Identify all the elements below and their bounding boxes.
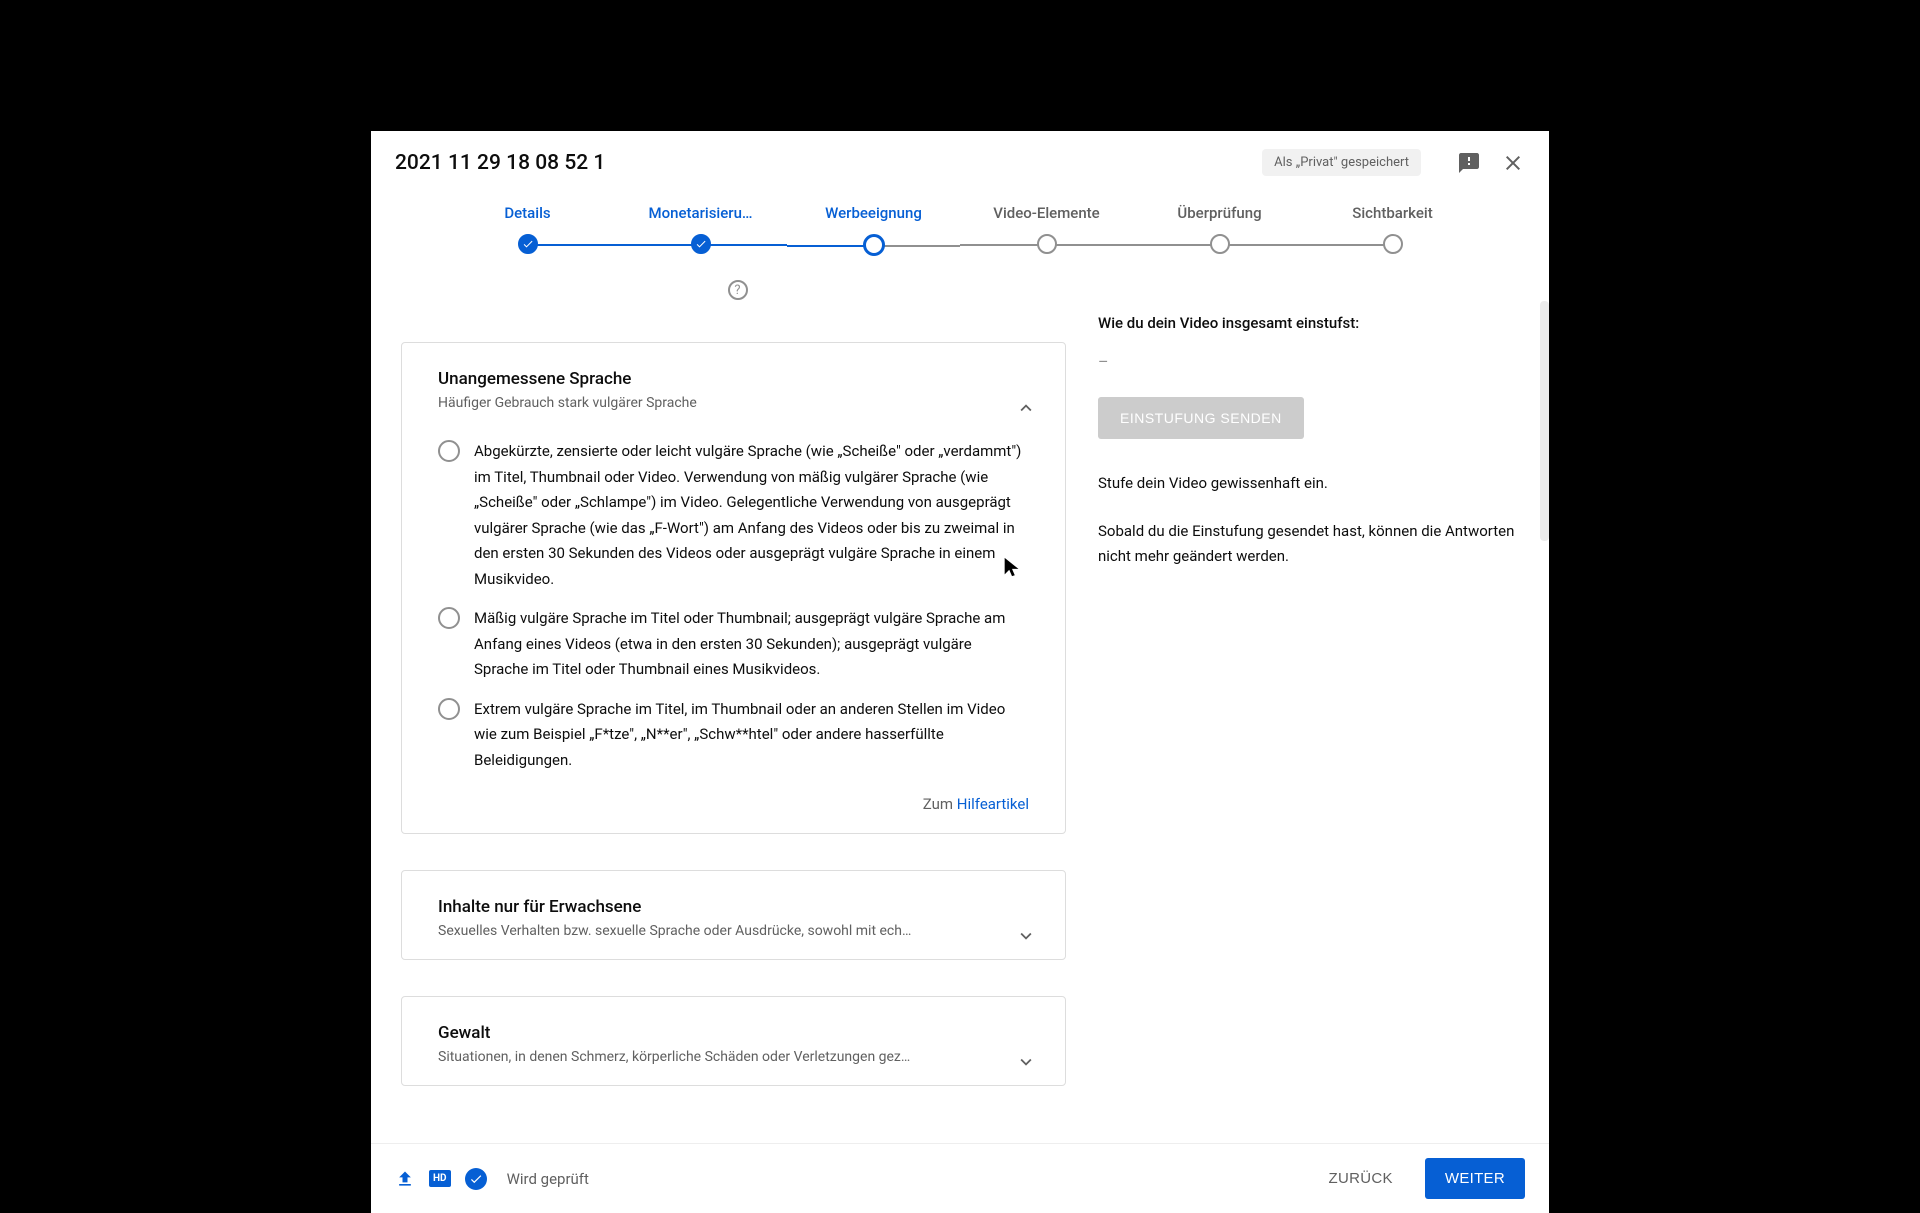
step-label: Sichtbarkeit <box>1306 204 1479 222</box>
option-text: Abgekürzte, zensierte oder leicht vulgär… <box>474 439 1029 592</box>
privacy-badge: Als „Privat" gespeichert <box>1262 149 1421 176</box>
help-article-row: Zum Hilfeartikel <box>438 795 1029 813</box>
step-label: Details <box>441 204 614 222</box>
rating-info-2: Sobald du die Einstufung gesendet hast, … <box>1098 519 1519 570</box>
step-label: Überprüfung <box>1133 204 1306 222</box>
option-moderate-language[interactable]: Mäßig vulgäre Sprache im Titel oder Thum… <box>438 606 1029 683</box>
radio-icon <box>438 440 460 462</box>
step-monetization[interactable]: Monetarisieru… <box>614 204 787 256</box>
hd-badge: HD <box>429 1170 451 1187</box>
card-adult[interactable]: Inhalte nur für Erwachsene Sexuelles Ver… <box>401 870 1066 960</box>
step-video-elements[interactable]: Video-Elemente <box>960 204 1133 256</box>
step-label: Video-Elemente <box>960 204 1133 222</box>
check-icon <box>465 1168 487 1190</box>
step-visibility[interactable]: Sichtbarkeit <box>1306 204 1479 256</box>
option-text: Extrem vulgäre Sprache im Titel, im Thum… <box>474 697 1029 774</box>
step-label: Werbeeignung <box>787 204 960 222</box>
step-label: Monetarisieru… <box>614 204 787 222</box>
radio-icon <box>438 698 460 720</box>
card-subtitle: Häufiger Gebrauch stark vulgärer Sprache <box>438 395 978 411</box>
processing-status: Wird geprüft <box>507 1170 1309 1188</box>
card-title: Unangemessene Sprache <box>438 369 1029 389</box>
card-violence[interactable]: Gewalt Situationen, in denen Schmerz, kö… <box>401 996 1066 1086</box>
chevron-down-icon[interactable] <box>1015 1051 1037 1073</box>
step-details[interactable]: Details <box>441 204 614 256</box>
rating-info-1: Stufe dein Video gewissenhaft ein. <box>1098 471 1519 497</box>
rating-value: – <box>1098 352 1519 371</box>
rating-summary-title: Wie du dein Video insgesamt einstufst: <box>1098 314 1519 332</box>
card-title: Gewalt <box>438 1023 1029 1043</box>
card-subtitle: Sexuelles Verhalten bzw. sexuelle Sprach… <box>438 923 978 939</box>
step-review[interactable]: Überprüfung <box>1133 204 1306 256</box>
dialog-title: 2021 11 29 18 08 52 1 <box>395 151 1262 175</box>
next-button[interactable]: WEITER <box>1425 1158 1525 1199</box>
radio-icon <box>438 607 460 629</box>
chevron-down-icon[interactable] <box>1015 925 1037 947</box>
scrollbar[interactable] <box>1540 301 1549 541</box>
stepper: Details Monetarisieru… Werbeeignung Vide… <box>371 194 1549 280</box>
card-language: Unangemessene Sprache Häufiger Gebrauch … <box>401 342 1066 834</box>
option-text: Mäßig vulgäre Sprache im Titel oder Thum… <box>474 606 1029 683</box>
upload-icon <box>395 1169 415 1189</box>
help-icon[interactable]: ? <box>728 280 748 300</box>
send-rating-button[interactable]: EINSTUFUNG SENDEN <box>1098 397 1304 439</box>
help-article-link[interactable]: Hilfeartikel <box>957 795 1029 813</box>
feedback-icon[interactable] <box>1457 151 1481 175</box>
option-mild-language[interactable]: Abgekürzte, zensierte oder leicht vulgär… <box>438 439 1029 592</box>
card-title: Inhalte nur für Erwachsene <box>438 897 1029 917</box>
back-button[interactable]: ZURÜCK <box>1309 1158 1413 1199</box>
chevron-up-icon[interactable] <box>1015 397 1037 419</box>
step-ad-suitability[interactable]: Werbeeignung <box>787 204 960 256</box>
card-subtitle: Situationen, in denen Schmerz, körperlic… <box>438 1049 978 1065</box>
close-icon[interactable] <box>1501 151 1525 175</box>
option-extreme-language[interactable]: Extrem vulgäre Sprache im Titel, im Thum… <box>438 697 1029 774</box>
section-help-row: ? <box>401 280 1066 306</box>
